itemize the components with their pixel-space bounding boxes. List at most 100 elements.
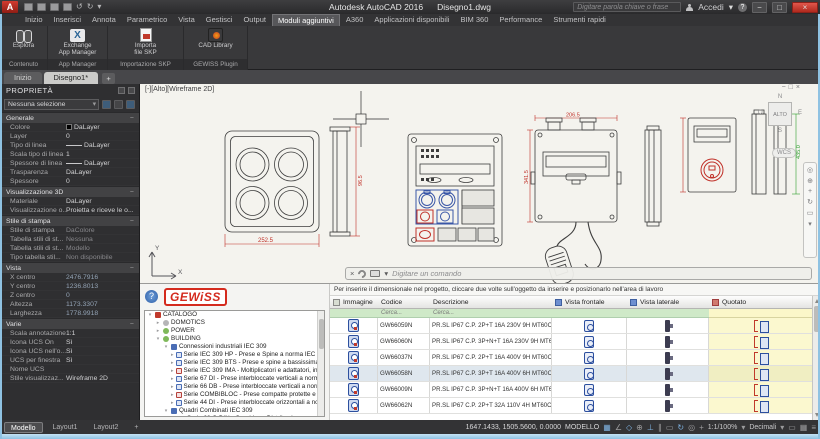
new-file-icon[interactable]	[24, 3, 33, 11]
table-row[interactable]: PR.SL IP67 C.P. 3P+N+T 16A 230V 9H MT60C	[430, 334, 552, 350]
annotation-scale-dropdown[interactable]: 1:1/100%	[708, 424, 738, 431]
exchange-app-manager-button[interactable]: X Exchange App Manager	[48, 26, 107, 59]
table-row[interactable]: PR.SL IP67 C.P. 2P+T 32A 110V 4H MT60C	[430, 398, 552, 414]
grid-toggle-icon[interactable]: ▦	[603, 422, 611, 433]
sign-in-button[interactable]: Accedi	[698, 2, 724, 12]
polar-toggle-icon[interactable]: ⊕	[636, 422, 643, 433]
units-dropdown-icon[interactable]: ▾	[780, 422, 784, 433]
tree-node-quadri[interactable]: ▾ Quadri Combinati IEC 309	[145, 407, 324, 415]
table-row-selected[interactable]	[709, 366, 812, 382]
new-drawing-tab-button[interactable]: +	[102, 73, 116, 84]
tab-strumenti-rapidi[interactable]: Strumenti rapidi	[548, 14, 611, 26]
tree-leaf[interactable]: ▸ Serie IEC 309 HP - Prese e Spine a norm…	[145, 351, 324, 359]
section-stile-di-stampa[interactable]: Stile di stampa −	[0, 215, 139, 226]
table-row[interactable]	[552, 350, 627, 366]
column-header-quotato[interactable]: Quotato	[709, 296, 812, 309]
tree-leaf[interactable]: ▸ Serie IEC 309 IMA - Moltiplicatori e ad…	[145, 367, 324, 375]
tab-a360[interactable]: A360	[341, 14, 369, 26]
prop-row[interactable]: X centro 2476.7916	[0, 273, 139, 282]
viewcube[interactable]: N O E S ALTO	[758, 94, 802, 146]
column-header-immagine[interactable]: Immagine	[330, 296, 378, 309]
prop-row[interactable]: Icona UCS On Sì	[0, 338, 139, 347]
file-tab-disegno1[interactable]: Disegno1*	[43, 72, 99, 84]
filter-immagine[interactable]	[330, 309, 378, 318]
nav-more-icon[interactable]: ▾	[808, 220, 812, 228]
command-line[interactable]: × ▾ Digitare un comando	[345, 267, 812, 280]
table-row[interactable]	[627, 334, 709, 350]
otrack-toggle-icon[interactable]: ∥	[658, 422, 662, 433]
plot-icon[interactable]	[63, 3, 72, 11]
table-row[interactable]	[330, 334, 378, 350]
prop-row[interactable]: Colore DaLayer	[0, 123, 139, 132]
tab-vista[interactable]: Vista	[173, 14, 200, 26]
tab-bim360[interactable]: BIM 360	[455, 14, 493, 26]
quick-select-icon[interactable]	[126, 100, 135, 109]
table-row-selected[interactable]: GW66058N	[378, 366, 430, 382]
table-row[interactable]	[709, 334, 812, 350]
gewiss-help-button[interactable]: ?	[145, 290, 158, 303]
table-row[interactable]	[330, 318, 378, 334]
table-row[interactable]: PR.SL IP67 C.P. 2P+T 16A 230V 9H MT60C	[430, 318, 552, 334]
viewcube-south[interactable]: S	[758, 128, 802, 134]
tree-leaf[interactable]: ▸Serie 68 Q DIN - Quadri per Distribuzio…	[145, 415, 324, 416]
table-row[interactable]: GW66059N	[378, 318, 430, 334]
tree-leaf[interactable]: ▸ Serie 67 DI - Prese interbloccate verti…	[145, 375, 324, 383]
prop-row[interactable]: Tabella stili di st... Nessuna	[0, 235, 139, 244]
osnap-toggle-icon[interactable]: ⊥	[647, 422, 654, 433]
section-generale[interactable]: Generale −	[0, 112, 139, 123]
qat-dropdown-icon[interactable]: ▾	[97, 3, 101, 11]
table-row[interactable]	[709, 318, 812, 334]
table-row[interactable]: PR.SL IP67 C.P. 2P+T 16A 400V 9H MT60C	[430, 350, 552, 366]
esplora-button[interactable]: Esplora	[0, 26, 47, 59]
prop-row[interactable]: Layer 0	[0, 132, 139, 141]
prop-row[interactable]: Tabella stili di st... Modello	[0, 244, 139, 253]
customize-wrench-icon[interactable]	[356, 267, 369, 280]
filter-descrizione[interactable]: Cerca...	[430, 309, 552, 318]
table-row[interactable]: GW66062N	[378, 398, 430, 414]
save-icon[interactable]	[50, 3, 59, 11]
nav-pan-icon[interactable]: ⊕	[807, 177, 813, 185]
column-header-vista-laterale[interactable]: Vista laterale	[627, 296, 709, 309]
nav-motion-icon[interactable]: ▭	[807, 209, 814, 217]
tab-parametrico[interactable]: Parametrico	[122, 14, 172, 26]
table-row[interactable]	[709, 382, 812, 398]
column-header-vista-frontale[interactable]: Vista frontale	[552, 296, 627, 309]
column-header-codice[interactable]: Codice	[378, 296, 430, 309]
file-tab-inizio[interactable]: Inizio	[4, 72, 42, 84]
table-row[interactable]	[709, 350, 812, 366]
tree-node-domotics[interactable]: ▸ DOMOTICS	[145, 319, 324, 327]
open-file-icon[interactable]	[37, 3, 46, 11]
filter-vista-frontale[interactable]	[552, 309, 627, 318]
tree-leaf[interactable]: ▸ Serie 44 DI - Prese interbloccate orizz…	[145, 399, 324, 407]
tab-modello[interactable]: Modello	[4, 421, 43, 433]
drawing-minimize-icon[interactable]: −	[782, 84, 786, 91]
table-row[interactable]: PR.SL IP67 C.P. 3P+N+T 16A 400V 6H MT60C	[430, 382, 552, 398]
minimize-button[interactable]: −	[752, 1, 767, 13]
nav-orbit-icon[interactable]: ↻	[807, 198, 813, 206]
prop-row[interactable]: Icona UCS nell'o... Sì	[0, 347, 139, 356]
selection-cycling-toggle-icon[interactable]: +	[699, 422, 704, 433]
tab-gestisci[interactable]: Gestisci	[201, 14, 238, 26]
command-input[interactable]: Digitare un comando	[392, 269, 461, 278]
prop-row[interactable]: Materiale DaLayer	[0, 197, 139, 206]
command-close-icon[interactable]: ×	[350, 269, 354, 278]
accounts-dropdown-icon[interactable]: ▾	[729, 2, 733, 13]
prop-row[interactable]: Stile visualizzaz... Wireframe 2D	[0, 374, 139, 383]
transparency-toggle-icon[interactable]: ◎	[688, 422, 695, 433]
importa-skp-button[interactable]: Importa file SKP	[108, 26, 183, 59]
filter-vista-laterale[interactable]	[627, 309, 709, 318]
tab-applicazioni-disponibili[interactable]: Applicazioni disponibili	[369, 14, 454, 26]
table-row[interactable]: GW66037N	[378, 350, 430, 366]
table-row[interactable]	[627, 350, 709, 366]
column-header-descrizione[interactable]: Descrizione	[430, 296, 552, 309]
tab-performance[interactable]: Performance	[494, 14, 547, 26]
isolate-objects-icon[interactable]: ▭	[788, 422, 796, 433]
viewcube-east[interactable]: E	[798, 110, 802, 116]
tab-layout2[interactable]: Layout2	[87, 422, 124, 433]
toggle-pickadd-icon[interactable]	[102, 100, 111, 109]
help-icon[interactable]: ?	[738, 2, 747, 12]
filter-codice[interactable]: Cerca...	[378, 309, 430, 318]
table-row[interactable]	[330, 350, 378, 366]
tree-node-catalogo[interactable]: ▾ CATALOGO	[145, 311, 324, 319]
ortho-toggle-icon[interactable]: ◇	[626, 422, 632, 433]
